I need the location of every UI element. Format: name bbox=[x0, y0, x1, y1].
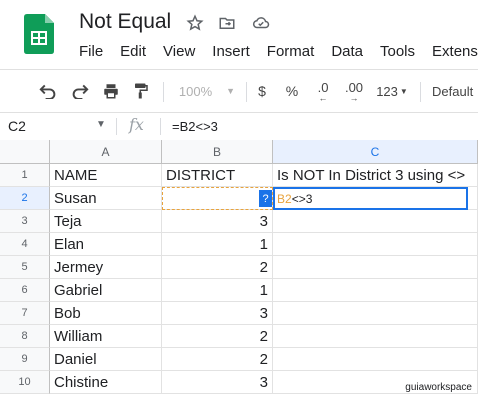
row-header-6[interactable]: 6 bbox=[0, 279, 50, 302]
cell-a5[interactable]: Jermey bbox=[50, 256, 162, 279]
formula-input[interactable]: =B2<>3 bbox=[172, 119, 218, 134]
cell-a3[interactable]: Teja bbox=[50, 210, 162, 233]
cell-b1[interactable]: DISTRICT bbox=[162, 164, 273, 187]
currency-label: $ bbox=[258, 83, 266, 99]
cell-b3[interactable]: 3 bbox=[162, 210, 273, 233]
select-all-corner[interactable] bbox=[0, 140, 50, 164]
spreadsheet-grid: A B C 1 2 3 4 5 6 7 8 9 10 NAME DISTRICT Is NOT In … bbox=[0, 140, 478, 397]
star-icon[interactable] bbox=[184, 12, 206, 34]
menu-edit[interactable]: Edit bbox=[120, 43, 146, 60]
cloud-saved-icon[interactable] bbox=[250, 12, 272, 34]
menu-extensions[interactable]: Extens bbox=[432, 43, 478, 60]
more-formats-label: 123 bbox=[376, 83, 398, 99]
undo-icon[interactable] bbox=[34, 70, 62, 112]
row-header-4[interactable]: 4 bbox=[0, 233, 50, 256]
row-header-2[interactable]: 2 bbox=[0, 187, 50, 210]
cell-b6[interactable]: 1 bbox=[162, 279, 273, 302]
menu-format[interactable]: Format bbox=[267, 43, 315, 60]
cell-b4[interactable]: 1 bbox=[162, 233, 273, 256]
menu-file[interactable]: File bbox=[79, 43, 103, 60]
zoom-select[interactable]: 100% ▼ bbox=[172, 70, 242, 112]
column-header-c[interactable]: C bbox=[273, 140, 478, 164]
cell-c9[interactable] bbox=[273, 348, 478, 371]
menu-data[interactable]: Data bbox=[331, 43, 363, 60]
chevron-down-icon: ▼ bbox=[399, 86, 408, 96]
active-cell-editor[interactable]: B2 <>3 bbox=[273, 187, 468, 210]
row-header-7[interactable]: 7 bbox=[0, 302, 50, 325]
row-header-8[interactable]: 8 bbox=[0, 325, 50, 348]
formula-operator: <>3 bbox=[291, 191, 313, 206]
zoom-value: 100% bbox=[178, 83, 213, 99]
cell-c4[interactable] bbox=[273, 233, 478, 256]
cell-a8[interactable]: William bbox=[50, 325, 162, 348]
font-select[interactable]: Default bbox=[432, 70, 478, 112]
arrow-left-icon: ← bbox=[318, 92, 328, 103]
more-formats-button[interactable]: 123 ▼ bbox=[372, 70, 412, 112]
cell-a10[interactable]: Chistine bbox=[50, 371, 162, 394]
column-header-b[interactable]: B bbox=[162, 140, 273, 164]
formula-bar: C2 ▼ fx =B2<>3 bbox=[0, 112, 478, 141]
cell-c8[interactable] bbox=[273, 325, 478, 348]
paint-format-icon[interactable] bbox=[128, 70, 154, 112]
currency-format-button[interactable]: $ bbox=[252, 70, 272, 112]
name-box[interactable]: C2 bbox=[8, 118, 26, 134]
percent-format-button[interactable]: % bbox=[282, 70, 302, 112]
toolbar: 100% ▼ $ % .0 ← .00 → 123 ▼ Default bbox=[0, 70, 478, 112]
formula-ref: B2 bbox=[277, 191, 292, 206]
fx-icon: fx bbox=[129, 115, 144, 134]
chevron-down-icon[interactable]: ▼ bbox=[96, 119, 106, 130]
divider bbox=[116, 118, 117, 135]
cell-c6[interactable] bbox=[273, 279, 478, 302]
row-header-1[interactable]: 1 bbox=[0, 164, 50, 187]
cell-c7[interactable] bbox=[273, 302, 478, 325]
document-title[interactable]: Not Equal bbox=[79, 10, 171, 34]
cell-c3[interactable] bbox=[273, 210, 478, 233]
menu-bar: File Edit View Insert Format Data Tools … bbox=[79, 43, 478, 60]
column-header-a[interactable]: A bbox=[50, 140, 162, 164]
percent-label: % bbox=[285, 83, 299, 99]
menu-insert[interactable]: Insert bbox=[212, 43, 250, 60]
cell-b7[interactable]: 3 bbox=[162, 302, 273, 325]
cell-b10[interactable]: 3 bbox=[162, 371, 273, 394]
watermark: guiaworkspace bbox=[405, 382, 472, 393]
cell-a7[interactable]: Bob bbox=[50, 302, 162, 325]
print-icon[interactable] bbox=[98, 70, 124, 112]
decrease-decimal-button[interactable]: .0 ← bbox=[310, 70, 336, 112]
referenced-cell-b2 bbox=[162, 187, 273, 210]
chevron-down-icon: ▼ bbox=[226, 86, 236, 96]
cell-b5[interactable]: 2 bbox=[162, 256, 273, 279]
menu-view[interactable]: View bbox=[163, 43, 195, 60]
row-header-10[interactable]: 10 bbox=[0, 371, 50, 394]
row-header-3[interactable]: 3 bbox=[0, 210, 50, 233]
divider bbox=[160, 118, 161, 135]
redo-icon[interactable] bbox=[66, 70, 94, 112]
cell-a4[interactable]: Elan bbox=[50, 233, 162, 256]
cell-c5[interactable] bbox=[273, 256, 478, 279]
row-header-9[interactable]: 9 bbox=[0, 348, 50, 371]
menu-tools[interactable]: Tools bbox=[380, 43, 415, 60]
cell-a6[interactable]: Gabriel bbox=[50, 279, 162, 302]
formula-help-badge[interactable]: ? bbox=[259, 190, 272, 207]
move-folder-icon[interactable] bbox=[216, 12, 238, 34]
cell-c1[interactable]: Is NOT In District 3 using <> bbox=[273, 164, 478, 187]
increase-decimal-label: .00 bbox=[344, 79, 364, 95]
decrease-decimal-label: .0 bbox=[317, 79, 329, 95]
increase-decimal-button[interactable]: .00 → bbox=[340, 70, 368, 112]
cell-a9[interactable]: Daniel bbox=[50, 348, 162, 371]
cell-a1[interactable]: NAME bbox=[50, 164, 162, 187]
sheets-logo-icon[interactable] bbox=[24, 14, 54, 54]
arrow-right-icon: → bbox=[349, 92, 359, 103]
font-value: Default bbox=[432, 83, 474, 99]
row-header-5[interactable]: 5 bbox=[0, 256, 50, 279]
cell-b8[interactable]: 2 bbox=[162, 325, 273, 348]
cell-a2[interactable]: Susan bbox=[50, 187, 162, 210]
cell-b9[interactable]: 2 bbox=[162, 348, 273, 371]
